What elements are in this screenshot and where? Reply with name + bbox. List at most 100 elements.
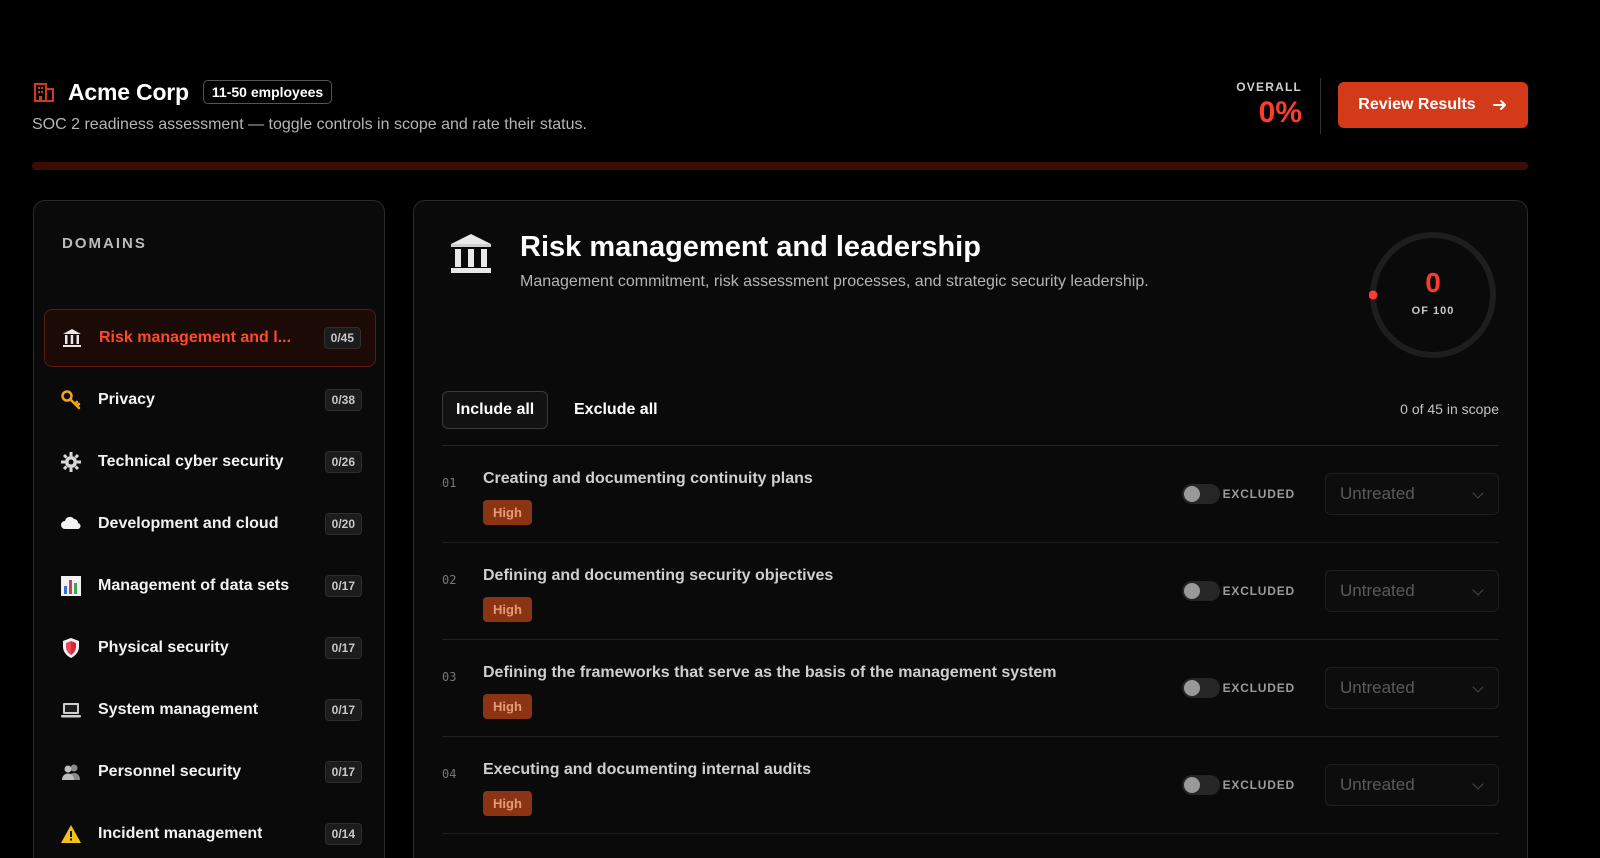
domain-list: Risk management and l... 0/45 Privacy 0/… [44, 309, 376, 858]
status-select[interactable]: Untreated [1325, 473, 1499, 515]
sidebar-item-count: 0/26 [324, 451, 362, 473]
scope-toggle-label: EXCLUDED [1222, 487, 1295, 501]
overall-score: OVERALL 0% [1236, 80, 1302, 130]
sidebar-item-label: Physical security [98, 639, 229, 656]
laptop-icon [60, 699, 82, 721]
review-results-button[interactable]: Review Results [1338, 82, 1528, 128]
sidebar-item-management-of-data-sets[interactable]: Management of data sets 0/17 [44, 557, 376, 615]
sidebar-item-technical-cyber-security[interactable]: Technical cyber security 0/26 [44, 433, 376, 491]
sidebar-item-count: 0/14 [324, 823, 362, 845]
sidebar-item-personnel-security[interactable]: Personnel security 0/17 [44, 743, 376, 801]
domain-score-max: OF 100 [1411, 305, 1455, 317]
toggle-knob [1184, 777, 1200, 793]
scope-toggle[interactable] [1182, 581, 1220, 601]
sidebar-title: DOMAINS [62, 235, 147, 252]
sidebar-item-count: 0/38 [324, 389, 362, 411]
company-size-badge: 11-50 employees [202, 80, 333, 104]
shield-icon [60, 637, 82, 659]
sidebar-item-count: 0/17 [324, 637, 362, 659]
priority-badge: High [483, 791, 532, 816]
status-select-value: Untreated [1340, 678, 1415, 697]
domain-title: Risk management and leadership [520, 231, 981, 263]
sidebar-item-label: System management [98, 701, 259, 718]
control-title: Creating and documenting continuity plan… [483, 470, 813, 487]
include-all-button[interactable]: Include all [442, 391, 549, 429]
building-icon [34, 83, 54, 102]
status-select[interactable]: Untreated [1325, 570, 1499, 612]
key-icon [60, 389, 82, 411]
sidebar-item-label: Management of data sets [98, 577, 290, 594]
bar-chart-icon [60, 575, 82, 597]
people-icon [60, 761, 82, 783]
status-select[interactable]: Untreated [1325, 764, 1499, 806]
scope-toggle-label: EXCLUDED [1222, 778, 1295, 792]
status-select-value: Untreated [1340, 775, 1415, 794]
sidebar-item-development-and-cloud[interactable]: Development and cloud 0/20 [44, 495, 376, 553]
header-divider [1320, 78, 1321, 134]
control-row: 02 Defining and documenting security obj… [442, 543, 1499, 640]
sidebar-item-label: Privacy [98, 391, 155, 408]
sidebar-item-count: 0/17 [324, 575, 362, 597]
priority-badge: High [483, 694, 532, 719]
scope-toggle[interactable] [1182, 678, 1220, 698]
scope-toggle-label: EXCLUDED [1222, 681, 1295, 695]
sidebar-item-system-management[interactable]: System management 0/17 [44, 681, 376, 739]
priority-badge: High [483, 597, 532, 622]
control-title: Executing and documenting internal audit… [483, 761, 812, 778]
sidebar-item-physical-security[interactable]: Physical security 0/17 [44, 619, 376, 677]
overall-value: 0% [1258, 96, 1302, 129]
company-name: Acme Corp [68, 78, 189, 105]
sidebar-item-count: 0/20 [324, 513, 362, 535]
scope-count: 0 of 45 in scope [1400, 401, 1499, 417]
domain-description: Management commitment, risk assessment p… [520, 273, 1149, 290]
app-page: Acme Corp 11-50 employees SOC 2 readines… [0, 0, 1600, 858]
toggle-knob [1184, 680, 1200, 696]
arrow-right-icon [1492, 100, 1506, 110]
sidebar-item-label: Development and cloud [98, 515, 279, 532]
control-title: Defining the frameworks that serve as th… [483, 664, 1057, 681]
toggle-knob [1184, 583, 1200, 599]
header: Acme Corp 11-50 employees SOC 2 readines… [32, 78, 1528, 138]
gear-icon [60, 451, 82, 473]
scope-toggle-label: EXCLUDED [1222, 584, 1295, 598]
bank-icon [61, 327, 83, 349]
sidebar-item-privacy[interactable]: Privacy 0/38 [44, 371, 376, 429]
control-title: Defining and documenting security object… [483, 567, 834, 584]
overall-label: OVERALL [1236, 80, 1302, 94]
domains-sidebar: DOMAINS Risk management and l... 0/45 Pr… [33, 200, 385, 858]
sidebar-item-incident-management[interactable]: Incident management 0/14 [44, 805, 376, 858]
sidebar-item-count: 0/45 [323, 327, 361, 349]
control-row: 03 Defining the frameworks that serve as… [442, 640, 1499, 737]
status-select[interactable]: Untreated [1325, 667, 1499, 709]
domain-score-value: 0 [1425, 267, 1441, 298]
sidebar-item-count: 0/17 [324, 761, 362, 783]
exclude-all-button[interactable]: Exclude all [572, 391, 660, 429]
chevron-down-icon [1472, 584, 1484, 596]
control-number: 03 [442, 670, 457, 684]
overall-progress-bar [32, 162, 1528, 170]
status-select-value: Untreated [1340, 581, 1415, 600]
chevron-down-icon [1472, 487, 1484, 499]
control-list: 01 Creating and documenting continuity p… [442, 446, 1499, 834]
control-number: 04 [442, 767, 457, 781]
control-row: 04 Executing and documenting internal au… [442, 737, 1499, 834]
scope-toggle[interactable] [1182, 775, 1220, 795]
sidebar-item-count: 0/17 [324, 699, 362, 721]
page-subtitle: SOC 2 readiness assessment — toggle cont… [32, 116, 587, 133]
review-results-label: Review Results [1358, 96, 1476, 113]
priority-badge: High [483, 500, 532, 525]
scope-toggle[interactable] [1182, 484, 1220, 504]
cloud-icon [60, 513, 82, 535]
control-number: 02 [442, 573, 457, 587]
domain-detail-panel: Risk management and leadership Managemen… [413, 200, 1528, 858]
chevron-down-icon [1472, 778, 1484, 790]
chevron-down-icon [1472, 681, 1484, 693]
warning-icon [60, 823, 82, 845]
sidebar-item-label: Incident management [98, 825, 263, 842]
sidebar-item-label: Technical cyber security [98, 453, 284, 470]
control-row: 01 Creating and documenting continuity p… [442, 446, 1499, 543]
status-select-value: Untreated [1340, 484, 1415, 503]
sidebar-item-label: Personnel security [98, 763, 242, 780]
sidebar-item-risk-management[interactable]: Risk management and l... 0/45 [44, 309, 376, 367]
sidebar-item-label: Risk management and l... [99, 329, 292, 346]
